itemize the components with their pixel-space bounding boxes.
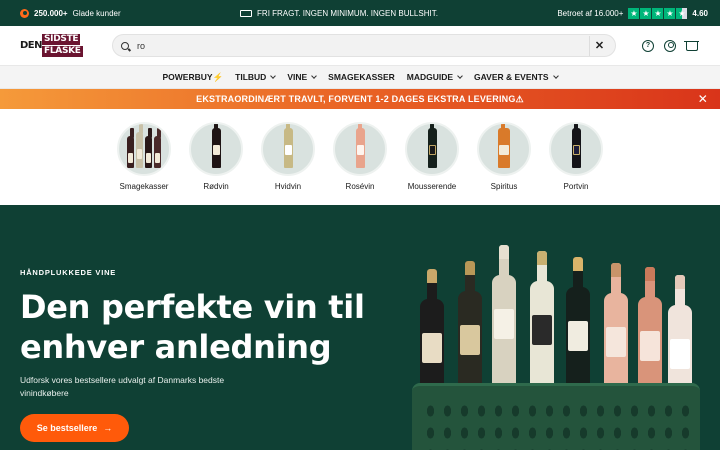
rating-prefix: Betroet af 16.000+ <box>557 8 624 18</box>
star-icon: ★ <box>640 7 652 19</box>
logo-den: DEN <box>20 39 43 51</box>
chevron-down-icon <box>311 73 317 79</box>
wine-box-image <box>127 124 161 168</box>
sun-icon <box>20 8 29 18</box>
nav-item-label: TILBUD <box>235 72 267 82</box>
header-actions: ? <box>642 39 699 52</box>
help-icon[interactable]: ? <box>642 39 654 52</box>
star-icon: ★ <box>664 7 676 19</box>
hero-eyebrow: HÅNDPLUKKEDE VINE <box>20 268 117 277</box>
logo-flaske: FLASKE <box>42 45 83 57</box>
nav-item-gaver-events[interactable]: GAVER & EVENTS <box>474 72 559 82</box>
nav-item-label: SMAGEKASSER <box>328 72 395 82</box>
nav-item-madguide[interactable]: MADGUIDE <box>406 72 463 82</box>
customers-count: 250.000+ <box>34 8 68 18</box>
category-shortcuts: Smagekasser Rødvin Hvidvin Rosévin Mouss… <box>0 109 720 205</box>
close-alert-button[interactable]: ✕ <box>698 93 708 105</box>
category-mousserende[interactable]: Mousserende <box>405 122 459 205</box>
spirits-bottle-image <box>498 124 510 168</box>
category-image <box>333 122 387 176</box>
rating-value: 4.60 <box>692 8 708 18</box>
star-icon: ★ <box>628 7 640 19</box>
top-announcement-bar: 250.000+ Glade kunder FRI FRAGT. INGEN M… <box>0 0 720 26</box>
search-bar: ✕ <box>112 34 616 57</box>
white-wine-bottle-image <box>283 124 293 168</box>
category-smagekasser[interactable]: Smagekasser <box>117 122 171 205</box>
star-icon: ★ <box>652 7 664 19</box>
category-rosevin[interactable]: Rosévin <box>333 122 387 205</box>
cta-label: Se bestsellere <box>36 423 98 433</box>
category-rodvin[interactable]: Rødvin <box>189 122 243 205</box>
hero-headline: Den perfekte vin til enhver anledning <box>20 288 365 366</box>
site-logo[interactable]: DEN SIDSTE FLASKE <box>20 33 86 59</box>
category-label: Spiritus <box>490 182 518 191</box>
nav-item-smagekasser[interactable]: SMAGEKASSER <box>328 72 395 82</box>
category-image <box>549 122 603 176</box>
alert-text: EKSTRAORDINÆRT TRAVLT, FORVENT 1-2 DAGES… <box>196 93 524 104</box>
nav-item-label: MADGUIDE <box>406 72 454 82</box>
nav-item-tilbud[interactable]: TILBUD <box>235 72 277 82</box>
category-image <box>189 122 243 176</box>
arrow-right-icon: → <box>103 423 113 433</box>
star-half-icon: ★ <box>676 7 688 19</box>
category-label: Smagekasser <box>119 182 169 191</box>
sparkling-bottle-image <box>427 124 437 168</box>
chevron-down-icon <box>270 73 277 79</box>
basket-image <box>412 383 700 450</box>
category-label: Portvin <box>563 182 589 191</box>
category-spiritus[interactable]: Spiritus <box>477 122 531 205</box>
nav-item-label: POWERBUY⚡ <box>162 71 224 82</box>
category-label: Rosévin <box>345 182 375 191</box>
customers-text: Glade kunder <box>72 8 121 18</box>
customers-info: 250.000+ Glade kunder <box>20 8 121 18</box>
hero-banner: HÅNDPLUKKEDE VINE Den perfekte vin til e… <box>0 205 720 450</box>
search-input[interactable] <box>137 40 581 51</box>
rating-stars: ★ ★ ★ ★ ★ <box>628 7 688 19</box>
logo-sidste: SIDSTE <box>42 33 81 45</box>
category-image <box>261 122 315 176</box>
shipping-text: FRI FRAGT. INGEN MINIMUM. INGEN BULLSHIT… <box>257 8 438 18</box>
category-label: Hvidvin <box>274 182 302 191</box>
shipping-info: FRI FRAGT. INGEN MINIMUM. INGEN BULLSHIT… <box>240 9 438 18</box>
search-icon <box>121 41 129 50</box>
nav-item-vine[interactable]: VINE <box>287 72 317 82</box>
account-icon[interactable] <box>664 39 676 52</box>
category-label: Mousserende <box>407 182 457 191</box>
category-label: Rødvin <box>203 182 229 191</box>
category-image <box>405 122 459 176</box>
category-hvidvin[interactable]: Hvidvin <box>261 122 315 205</box>
hero-subtext: Udforsk vores bestsellere udvalgt af Dan… <box>20 375 225 398</box>
nav-item-powerbuy[interactable]: POWERBUY⚡ <box>162 72 223 83</box>
nav-item-label: GAVER & EVENTS <box>474 72 549 82</box>
chevron-down-icon <box>457 73 463 79</box>
delivery-alert-banner: EKSTRAORDINÆRT TRAVLT, FORVENT 1-2 DAGES… <box>0 89 720 109</box>
category-portvin[interactable]: Portvin <box>549 122 603 205</box>
port-wine-bottle-image <box>571 124 581 168</box>
see-bestsellers-button[interactable]: Se bestsellere → <box>20 414 129 442</box>
truck-icon <box>240 9 253 17</box>
red-wine-bottle-image <box>211 124 221 168</box>
nav-item-label: VINE <box>287 72 308 82</box>
category-image <box>117 122 171 176</box>
trustpilot-rating[interactable]: Betroet af 16.000+ ★ ★ ★ ★ ★ 4.60 <box>557 7 708 19</box>
rose-wine-bottle-image <box>355 124 365 168</box>
cart-icon[interactable] <box>684 40 699 51</box>
category-image <box>477 122 531 176</box>
main-navigation: POWERBUY⚡ TILBUD VINE SMAGEKASSER MADGUI… <box>0 65 720 89</box>
chevron-down-icon <box>552 73 559 79</box>
clear-search-button[interactable]: ✕ <box>589 35 609 56</box>
site-header: DEN SIDSTE FLASKE ✕ ? <box>0 26 720 65</box>
